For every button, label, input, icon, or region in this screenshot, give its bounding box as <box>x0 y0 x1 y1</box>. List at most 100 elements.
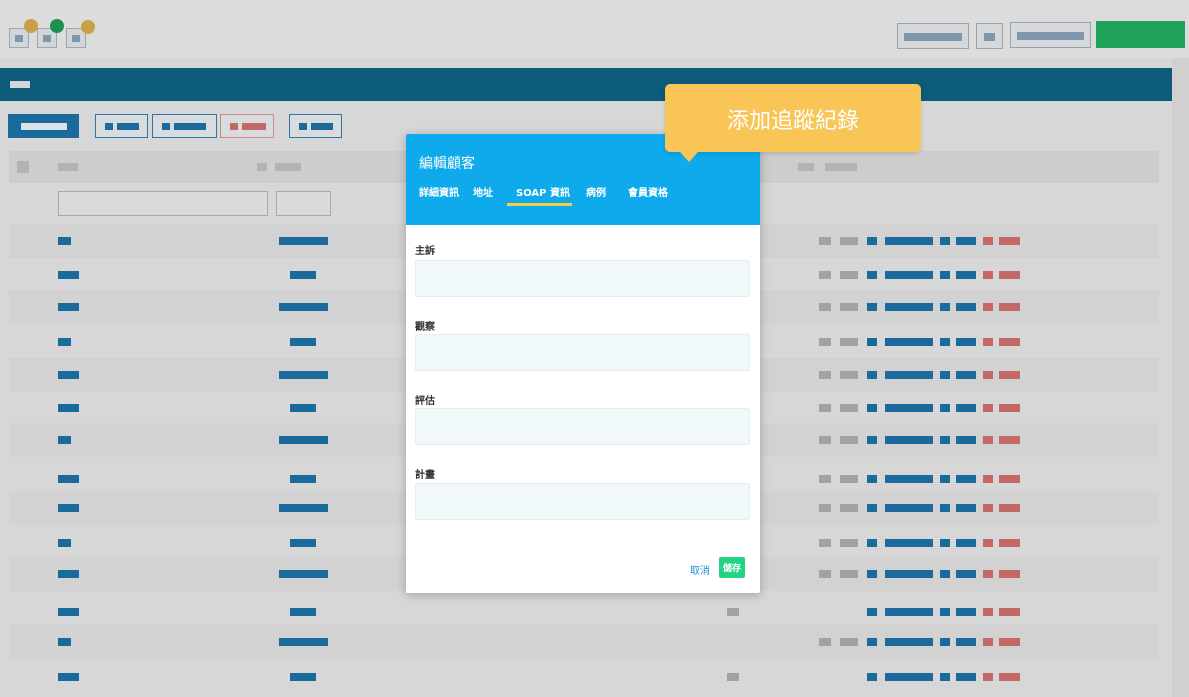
table-cell-placeholder <box>983 436 993 444</box>
table-cell-placeholder <box>819 371 831 379</box>
table-cell-placeholder <box>840 638 858 646</box>
table-cell-placeholder <box>885 539 933 547</box>
topbar-button[interactable] <box>897 23 969 49</box>
plan-input[interactable] <box>415 483 750 520</box>
tab-medical-records[interactable]: 病例 <box>586 184 606 199</box>
toolbar-primary-button[interactable] <box>8 114 79 138</box>
table-cell-placeholder <box>58 475 79 483</box>
table-cell-placeholder <box>940 436 950 444</box>
table-row[interactable] <box>9 625 1159 659</box>
table-cell-placeholder <box>290 271 316 279</box>
toolbar-button[interactable] <box>95 114 148 138</box>
table-cell-placeholder <box>819 436 831 444</box>
table-cell-placeholder <box>983 404 993 412</box>
table-cell-placeholder <box>727 608 739 616</box>
active-tab-indicator <box>507 203 572 206</box>
table-cell-placeholder <box>819 504 831 512</box>
subjective-input[interactable] <box>415 260 750 297</box>
table-cell-placeholder <box>840 539 858 547</box>
assessment-input[interactable] <box>415 408 750 445</box>
topbar-button[interactable] <box>1010 22 1091 48</box>
table-cell-placeholder <box>867 673 877 681</box>
table-cell-placeholder <box>999 539 1020 547</box>
table-cell-placeholder <box>58 539 71 547</box>
table-cell-placeholder <box>940 608 950 616</box>
table-cell-placeholder <box>956 271 976 279</box>
table-cell-placeholder <box>279 436 328 444</box>
window-control-dot-icon <box>24 19 38 33</box>
table-cell-placeholder <box>999 303 1020 311</box>
table-cell-placeholder <box>819 570 831 578</box>
table-cell-placeholder <box>290 404 316 412</box>
table-cell-placeholder <box>940 371 950 379</box>
table-cell-placeholder <box>819 338 831 346</box>
table-cell-placeholder <box>867 436 877 444</box>
table-cell-placeholder <box>58 271 79 279</box>
table-cell-placeholder <box>983 303 993 311</box>
table-cell-placeholder <box>840 570 858 578</box>
toolbar-delete-button[interactable] <box>220 114 274 138</box>
table-cell-placeholder <box>58 404 79 412</box>
table-cell-placeholder <box>983 539 993 547</box>
table-cell-placeholder <box>885 673 933 681</box>
table-cell-placeholder <box>956 371 976 379</box>
tab-address[interactable]: 地址 <box>473 184 493 199</box>
table-cell-placeholder <box>840 271 858 279</box>
table-cell-placeholder <box>983 475 993 483</box>
table-cell-placeholder <box>885 271 933 279</box>
table-cell-placeholder <box>983 570 993 578</box>
table-cell-placeholder <box>840 371 858 379</box>
table-cell-placeholder <box>840 436 858 444</box>
table-cell-placeholder <box>58 504 79 512</box>
table-cell-placeholder <box>290 608 316 616</box>
table-cell-placeholder <box>290 338 316 346</box>
table-cell-placeholder <box>940 338 950 346</box>
table-row[interactable] <box>9 660 1159 694</box>
tab-details[interactable]: 詳細資訊 <box>419 184 459 199</box>
table-cell-placeholder <box>983 638 993 646</box>
edit-customer-dialog: 編輯顧客 詳細資訊 地址 SOAP 資訊 病例 會員資格 主訴 觀察 評估 計畫… <box>406 134 760 593</box>
table-cell-placeholder <box>279 371 328 379</box>
objective-input[interactable] <box>415 334 750 371</box>
table-cell-placeholder <box>819 475 831 483</box>
tab-soap[interactable]: SOAP 資訊 <box>516 184 570 199</box>
table-row[interactable] <box>9 595 1159 629</box>
table-cell-placeholder <box>940 475 950 483</box>
table-cell-placeholder <box>819 271 831 279</box>
table-cell-placeholder <box>983 338 993 346</box>
toolbar-button[interactable] <box>152 114 217 138</box>
table-cell-placeholder <box>867 570 877 578</box>
table-cell-placeholder <box>58 338 71 346</box>
plan-label: 計畫 <box>415 470 435 481</box>
topbar-primary-button[interactable] <box>1096 21 1185 48</box>
window-control-dot-icon <box>50 19 64 33</box>
topbar-icon-button[interactable] <box>976 23 1003 49</box>
add-follow-up-tooltip: 添加追蹤紀錄 <box>665 84 921 162</box>
save-button[interactable]: 儲存 <box>719 557 745 578</box>
table-cell-placeholder <box>999 371 1020 379</box>
table-cell-placeholder <box>983 371 993 379</box>
table-cell-placeholder <box>885 303 933 311</box>
table-filter-input[interactable] <box>58 191 268 216</box>
table-cell-placeholder <box>840 504 858 512</box>
table-cell-placeholder <box>58 608 79 616</box>
table-cell-placeholder <box>58 237 71 245</box>
assessment-label: 評估 <box>415 396 435 407</box>
toolbar-button[interactable] <box>289 114 342 138</box>
table-cell-placeholder <box>867 638 877 646</box>
table-cell-placeholder <box>885 237 933 245</box>
table-cell-placeholder <box>940 404 950 412</box>
table-cell-placeholder <box>58 371 79 379</box>
section-header-band <box>0 68 1172 101</box>
table-filter-input[interactable] <box>276 191 331 216</box>
table-cell-placeholder <box>867 371 877 379</box>
cancel-button[interactable]: 取消 <box>690 562 710 577</box>
table-cell-placeholder <box>279 570 328 578</box>
table-cell-placeholder <box>840 338 858 346</box>
page-scrollbar[interactable] <box>1172 58 1189 697</box>
table-cell-placeholder <box>999 436 1020 444</box>
tab-membership[interactable]: 會員資格 <box>628 184 668 199</box>
table-cell-placeholder <box>999 237 1020 245</box>
table-cell-placeholder <box>885 504 933 512</box>
table-cell-placeholder <box>840 475 858 483</box>
